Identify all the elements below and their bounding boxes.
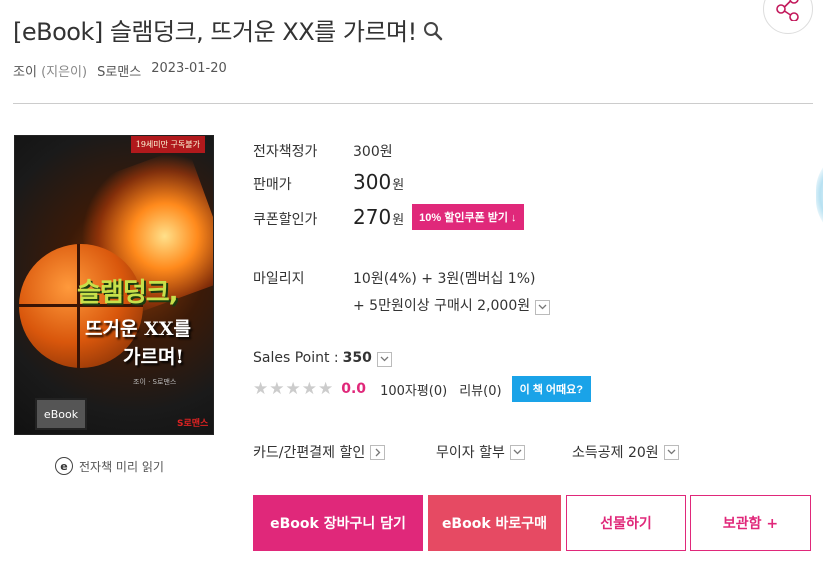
sale-price-unit: 원 — [392, 178, 405, 193]
mileage-line2: + 5만원이상 구매시 2,000원 — [353, 298, 531, 314]
short-review-link[interactable]: 100자평(0) — [380, 380, 447, 399]
ebook-e-icon: e — [55, 457, 73, 475]
mileage-row: 마일리지 10원(4%) + 3원(멤버십 1%) — [253, 268, 535, 288]
sale-price-label: 판매가 — [253, 177, 292, 193]
chevron-down-icon — [509, 444, 525, 460]
star-icon: ★ — [301, 378, 317, 399]
coupon-price-label: 쿠폰할인가 — [253, 212, 318, 228]
card-discount-label: 카드/간편결제 할인 — [253, 445, 366, 461]
buy-now-button[interactable]: eBook 바로구매 — [428, 495, 561, 551]
card-discount-option[interactable]: 카드/간편결제 할인 — [253, 442, 386, 462]
sales-point-dropdown[interactable] — [376, 351, 392, 367]
list-price-row: 전자책정가 300원 — [253, 141, 393, 161]
coupon-price-value: 270 — [353, 205, 392, 229]
book-cover[interactable]: 19세미만 구독불가 슬램덩크, 뜨거운 XX를 가르며! 조이 · S로맨스 … — [14, 135, 214, 435]
author-link[interactable]: 조이 (지은이) — [13, 61, 87, 80]
tax-deduction-label: 소득공제 20원 — [572, 445, 659, 461]
star-icon: ★ — [269, 378, 285, 399]
sales-point-row: Sales Point : 350 — [253, 350, 392, 367]
mileage-dropdown[interactable] — [535, 299, 551, 315]
cover-author: 조이 · S로맨스 — [133, 378, 177, 386]
preview-label: 전자책 미리 읽기 — [79, 459, 164, 474]
rating-score: 0.0 — [341, 381, 367, 397]
publisher-logo: S로맨스 — [177, 419, 209, 429]
sales-point-label: Sales Point : — [253, 350, 339, 366]
coupon-download-button[interactable]: 10% 할인쿠폰 받기 ↓ — [412, 204, 524, 230]
star-icon: ★ — [253, 378, 269, 399]
coupon-price-row: 쿠폰할인가 270 원 10% 할인쿠폰 받기 ↓ — [253, 204, 524, 233]
how-is-book-button[interactable]: 이 책 어때요? — [511, 376, 591, 402]
publish-date: 2023-01-20 — [151, 61, 227, 76]
sale-price-value: 300 — [353, 170, 392, 194]
gift-button[interactable]: 선물하기 — [566, 495, 686, 551]
cover-title-line2: 뜨거운 XX를 — [85, 318, 192, 340]
sale-price-row: 판매가 300 원 — [253, 170, 404, 194]
installment-option[interactable]: 무이자 할부 — [436, 442, 525, 462]
share-icon — [774, 0, 802, 25]
add-to-cart-button[interactable]: eBook 장바구니 담기 — [253, 495, 423, 551]
save-to-library-button[interactable]: 보관함 + — [690, 495, 811, 551]
list-price-label: 전자책정가 — [253, 144, 318, 160]
chevron-down-icon — [663, 444, 679, 460]
publisher-link[interactable]: S로맨스 — [97, 61, 141, 80]
mileage-label: 마일리지 — [253, 271, 305, 287]
adult-label: 19세미만 구독불가 — [130, 136, 205, 153]
side-floating-decoration — [816, 150, 823, 240]
star-rating: ★ ★ ★ ★ ★ — [253, 378, 334, 399]
ebook-badge: eBook — [35, 398, 87, 430]
review-link[interactable]: 리뷰(0) — [459, 380, 501, 399]
page-title: [eBook] 슬램덩크, 뜨거운 XX를 가르며! — [13, 18, 417, 46]
chevron-down-icon — [538, 304, 547, 310]
star-icon: ★ — [285, 378, 301, 399]
installment-label: 무이자 할부 — [436, 445, 505, 461]
coupon-price-unit: 원 — [392, 213, 405, 228]
product-meta: 조이 (지은이) S로맨스 2023-01-20 — [13, 61, 227, 80]
tax-deduction-option[interactable]: 소득공제 20원 — [572, 442, 679, 462]
sales-point-value: 350 — [342, 350, 372, 366]
mileage-line1: 10원(4%) + 3원(멤버십 1%) — [353, 271, 536, 287]
star-icon: ★ — [318, 378, 334, 399]
chevron-right-icon — [370, 444, 386, 460]
cover-title-line3: 가르며! — [123, 346, 184, 368]
share-button[interactable] — [763, 0, 813, 34]
search-icon[interactable] — [423, 21, 443, 45]
mileage-row-2: + 5만원이상 구매시 2,000원 — [353, 295, 551, 315]
title-row: [eBook] 슬램덩크, 뜨거운 XX를 가르며! — [13, 12, 443, 47]
divider — [13, 103, 813, 104]
preview-link[interactable]: e 전자책 미리 읽기 — [55, 457, 164, 475]
chevron-down-icon — [380, 356, 389, 362]
list-price-value: 300원 — [353, 144, 393, 160]
cover-title-line1: 슬램덩크, — [77, 278, 179, 308]
rating-row: ★ ★ ★ ★ ★ 0.0 100자평(0) 리뷰(0) 이 책 어때요? — [253, 376, 591, 402]
